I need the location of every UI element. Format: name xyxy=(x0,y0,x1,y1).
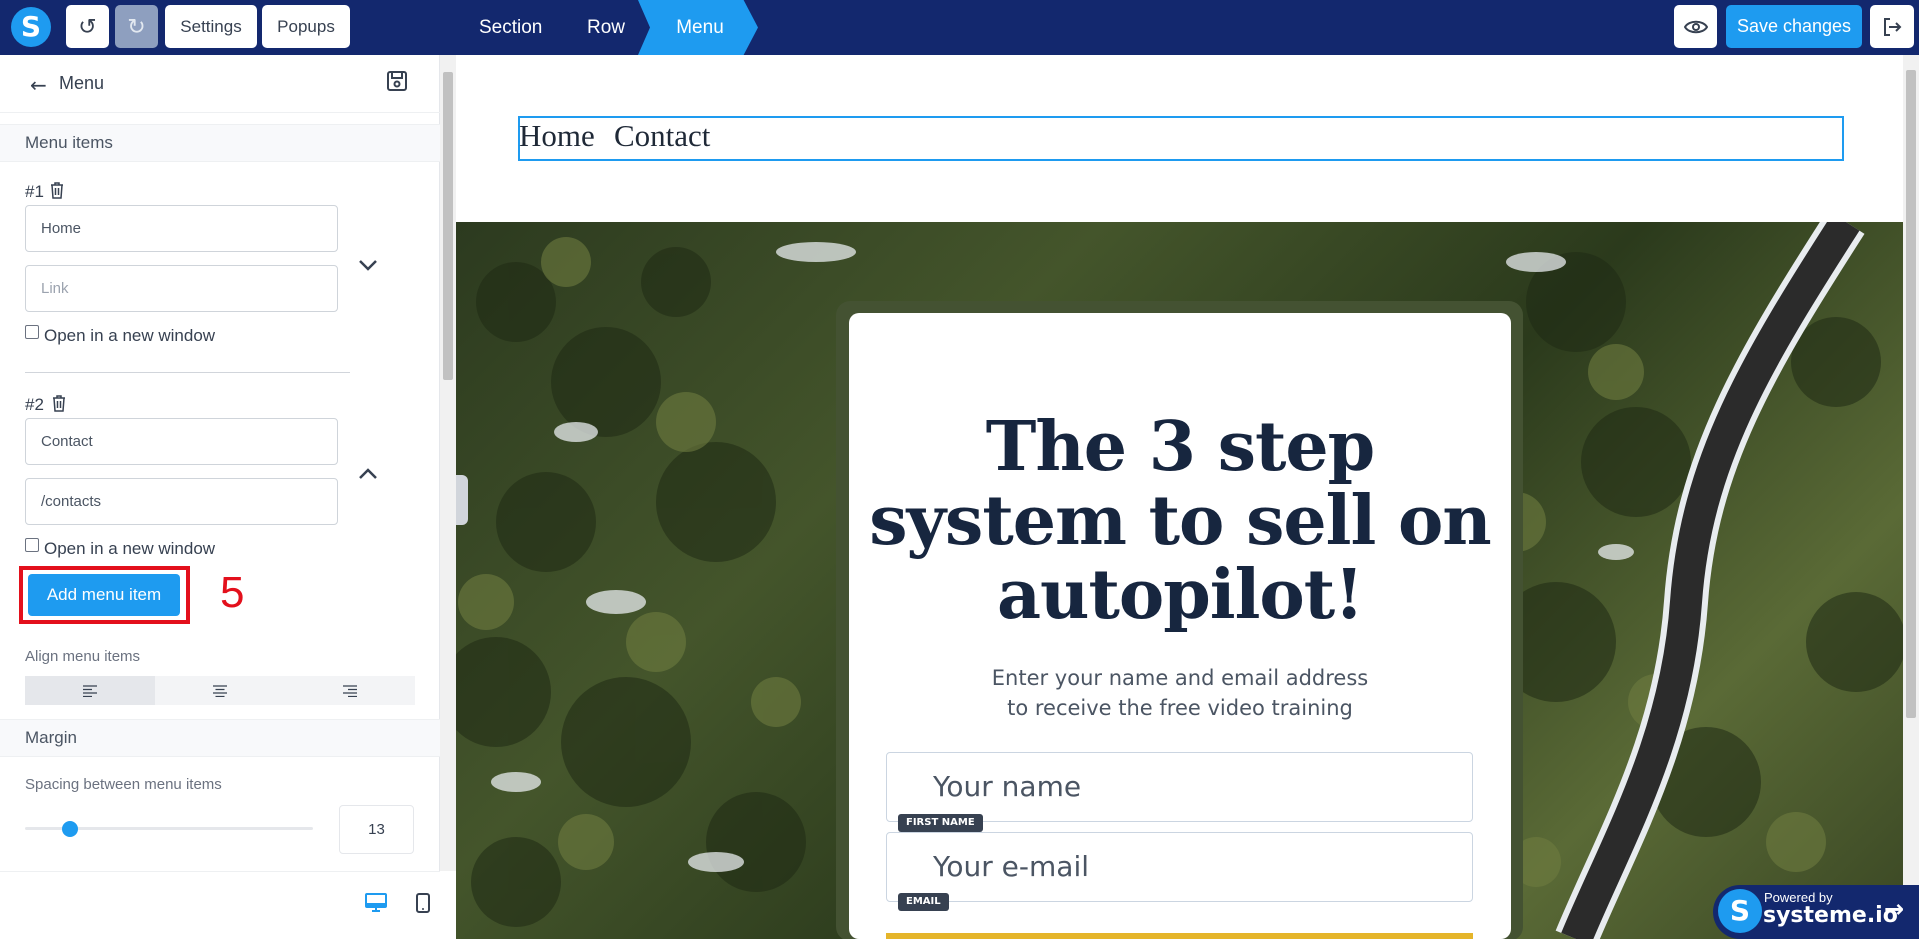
redo-button[interactable]: ↻ xyxy=(115,5,158,48)
chevron-up-icon[interactable] xyxy=(357,467,379,481)
chevron-down-icon[interactable] xyxy=(357,258,379,272)
sidebar-scrollbar-thumb[interactable] xyxy=(443,72,453,380)
align-label: Align menu items xyxy=(25,648,141,665)
first-name-tag: FIRST NAME xyxy=(898,814,983,832)
submit-button-edge[interactable] xyxy=(886,933,1473,939)
spacing-value-input[interactable]: 13 xyxy=(339,805,414,854)
save-changes-button[interactable]: Save changes xyxy=(1726,5,1862,48)
align-button-group xyxy=(25,676,415,705)
hero-subtext-line-1: Enter your name and email address xyxy=(991,666,1369,690)
trash-icon[interactable] xyxy=(51,394,67,412)
redo-icon: ↻ xyxy=(127,13,146,39)
undo-icon: ↺ xyxy=(78,13,97,39)
menu-item-link-input[interactable]: /contacts xyxy=(25,478,338,525)
menu-item-name-input[interactable]: Contact xyxy=(25,418,338,465)
email-input[interactable]: Your e-mail xyxy=(886,832,1473,902)
mobile-icon[interactable] xyxy=(416,893,430,913)
menu-element-selected[interactable] xyxy=(518,116,1844,161)
first-name-input[interactable]: Your name xyxy=(886,752,1473,822)
trash-icon[interactable] xyxy=(49,181,65,199)
arrow-right-icon: → xyxy=(1884,895,1905,923)
exit-icon xyxy=(1884,17,1902,36)
align-right-icon xyxy=(343,684,357,697)
align-center-button[interactable] xyxy=(155,676,285,705)
add-menu-item-button[interactable]: Add menu item xyxy=(28,574,180,616)
breadcrumb-menu[interactable]: Menu xyxy=(638,0,758,55)
new-window-checkbox[interactable] xyxy=(25,538,39,552)
eye-icon xyxy=(1683,20,1708,33)
desktop-icon[interactable] xyxy=(365,893,387,913)
exit-button[interactable] xyxy=(1870,5,1914,48)
section-menu-items: Menu items xyxy=(0,124,440,162)
systeme-logo[interactable]: S xyxy=(11,7,51,47)
hero-subtext: Enter your name and email address to rec… xyxy=(860,663,1500,723)
new-window-label: Open in a new window xyxy=(44,326,216,345)
menu-item-number: #1 xyxy=(25,182,44,201)
breadcrumb-row[interactable]: Row xyxy=(587,0,625,55)
canvas-menu-item-contact[interactable]: Contact xyxy=(614,118,710,154)
canvas-menu-item-home[interactable]: Home xyxy=(519,118,595,154)
sidebar-title: Menu xyxy=(59,73,105,93)
settings-button[interactable]: Settings xyxy=(165,5,257,48)
popups-button[interactable]: Popups xyxy=(262,5,350,48)
powered-by-brand: systeme.io xyxy=(1763,903,1898,928)
spacing-label: Spacing between menu items xyxy=(25,776,222,793)
align-right-button[interactable] xyxy=(285,676,415,705)
undo-button[interactable]: ↺ xyxy=(66,5,109,48)
back-arrow-icon[interactable]: ← xyxy=(30,73,47,97)
floppy-save-icon[interactable] xyxy=(386,70,408,92)
align-center-icon xyxy=(213,684,227,697)
align-left-icon xyxy=(83,684,97,697)
new-window-label: Open in a new window xyxy=(44,539,216,558)
hero-subtext-line-2: to receive the free video training xyxy=(1007,696,1353,720)
step-number-marker: 5 xyxy=(220,568,245,617)
new-window-checkbox[interactable] xyxy=(25,325,39,339)
canvas-side-handle[interactable] xyxy=(456,475,468,525)
breadcrumb-section[interactable]: Section xyxy=(479,0,542,55)
menu-item-number: #2 xyxy=(25,395,44,414)
divider xyxy=(25,372,350,373)
spacing-slider-thumb[interactable] xyxy=(62,821,78,837)
menu-item-name-input[interactable]: Home xyxy=(25,205,338,252)
section-margin: Margin xyxy=(0,719,440,757)
menu-item-link-input[interactable]: Link xyxy=(25,265,338,312)
preview-button[interactable] xyxy=(1674,5,1717,48)
hero-headline: The 3 step system to sell on autopilot! xyxy=(869,407,1492,635)
align-left-button[interactable] xyxy=(25,676,155,705)
canvas-scrollbar-thumb[interactable] xyxy=(1906,70,1916,718)
systeme-badge-logo: S xyxy=(1718,889,1762,933)
email-tag: EMAIL xyxy=(898,893,949,911)
